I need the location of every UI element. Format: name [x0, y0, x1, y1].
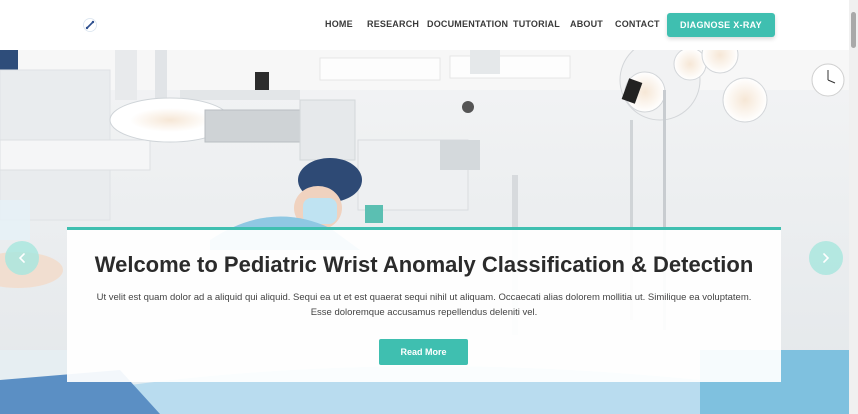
scrollbar-thumb[interactable]	[851, 12, 856, 48]
bone-logo-icon[interactable]	[80, 15, 100, 35]
nav-tutorial[interactable]: TUTORIAL	[513, 19, 560, 29]
page-scrollbar[interactable]	[849, 0, 858, 414]
nav-contact[interactable]: CONTACT	[615, 19, 660, 29]
hero-description-line-1: Ut velit est quam dolor ad a aliquid qui…	[96, 292, 752, 303]
site-header: HOME RESEARCH DOCUMENTATION TUTORIAL ABO…	[0, 0, 849, 50]
nav-documentation[interactable]: DOCUMENTATION	[427, 19, 508, 29]
nav-home[interactable]: HOME	[325, 19, 353, 29]
nav-about[interactable]: ABOUT	[570, 19, 603, 29]
hero-card: Welcome to Pediatric Wrist Anomaly Class…	[67, 227, 781, 382]
hero-description: Ut velit est quam dolor ad a aliquid qui…	[67, 290, 781, 320]
nav-research[interactable]: RESEARCH	[367, 19, 419, 29]
carousel-next-button[interactable]	[809, 241, 843, 275]
read-more-button[interactable]: Read More	[379, 339, 468, 365]
hero-title: Welcome to Pediatric Wrist Anomaly Class…	[94, 252, 754, 277]
chevron-left-icon	[18, 253, 25, 263]
diagnose-xray-button[interactable]: DIAGNOSE X-RAY	[667, 13, 775, 37]
carousel-prev-button[interactable]	[5, 241, 39, 275]
chevron-right-icon	[823, 253, 830, 263]
hero-description-line-2: Esse doloremque accusamus repellendus de…	[310, 307, 538, 318]
